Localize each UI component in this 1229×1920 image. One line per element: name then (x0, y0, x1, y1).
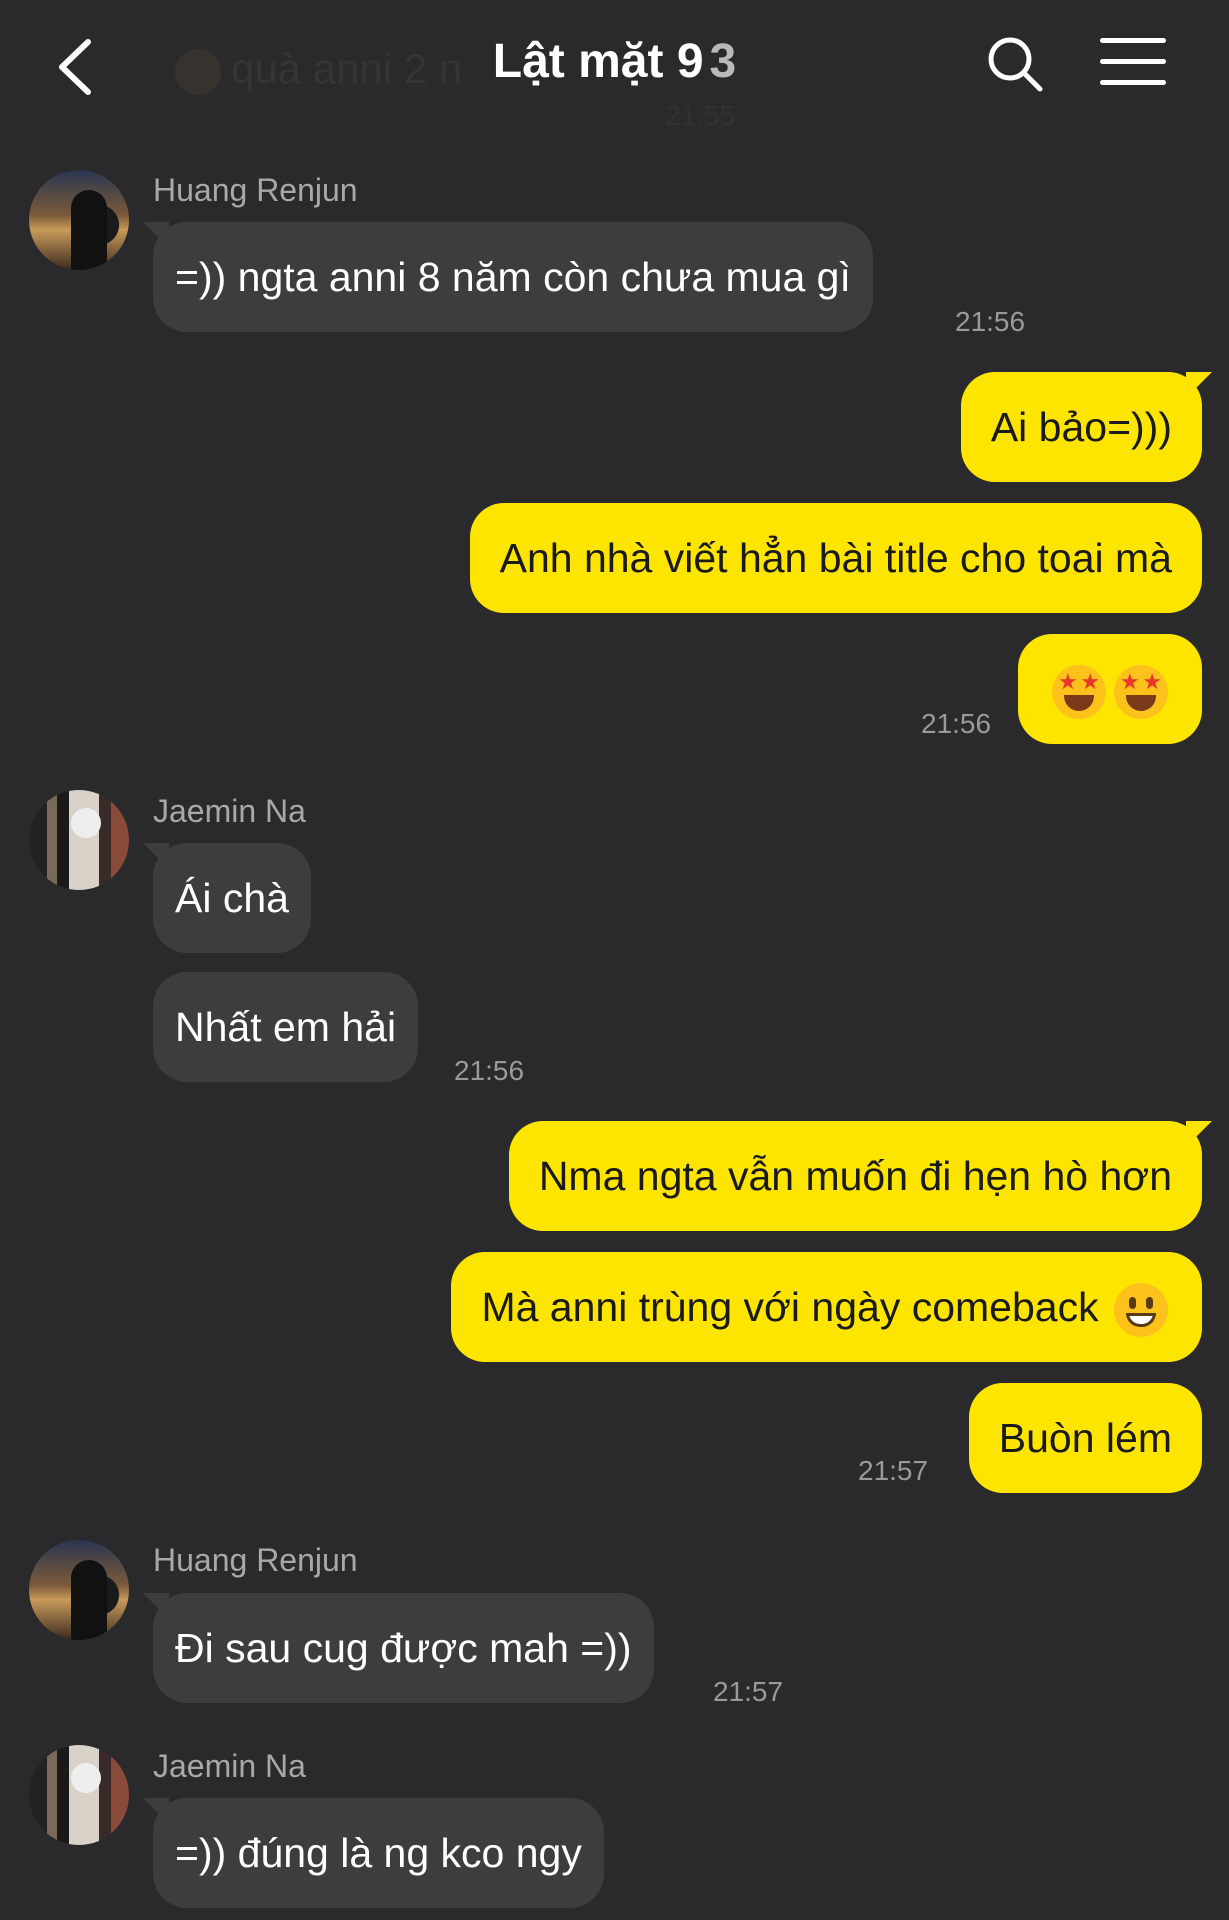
avatar-huang-renjun[interactable] (29, 1540, 129, 1640)
outgoing-message-text: Mà anni trùng với ngày comeback (481, 1284, 1099, 1330)
avatar-huang-renjun[interactable] (29, 170, 129, 270)
message-time: 21:57 (713, 1676, 784, 1707)
sender-name: Jaemin Na (153, 1748, 306, 1784)
outgoing-message[interactable]: Ai bảo=))) (960, 372, 1202, 482)
sender-name: Jaemin Na (153, 793, 306, 829)
outgoing-message[interactable]: Buòn lém (968, 1383, 1202, 1493)
message-time: 21:56 (955, 306, 1026, 337)
incoming-message[interactable]: Nhất em hải (153, 972, 419, 1082)
menu-button[interactable] (1100, 38, 1166, 90)
avatar-jaemin-na[interactable] (29, 790, 129, 890)
member-count: 3 (709, 35, 737, 88)
outgoing-message[interactable]: Nma ngta vẫn muốn đi hẹn hò hơn (508, 1121, 1202, 1231)
search-icon (988, 37, 1043, 92)
incoming-message[interactable]: Ái chà (153, 843, 311, 953)
message-time: 21:56 (921, 708, 992, 739)
outgoing-emoji-message[interactable] (1018, 634, 1202, 744)
hamburger-icon (1100, 38, 1166, 85)
previous-message-preview: quà anni 2 n (175, 45, 462, 95)
star-struck-emoji-icon (1052, 665, 1106, 720)
chat-name: Lật mặt 9 (492, 35, 704, 88)
search-button[interactable] (985, 34, 1045, 94)
grinning-emoji-icon (1114, 1283, 1168, 1338)
outgoing-message[interactable]: Mà anni trùng với ngày comeback (451, 1252, 1202, 1362)
sender-name: Huang Renjun (153, 1542, 358, 1578)
previous-message-text: quà anni 2 n (231, 45, 463, 92)
incoming-message[interactable]: =)) ngta anni 8 năm còn chưa mua gì (153, 222, 873, 332)
sender-name: Huang Renjun (153, 172, 358, 208)
incoming-message[interactable]: =)) đúng là ng kco ngy (153, 1798, 604, 1908)
previous-message-time: 21:55 (665, 100, 736, 131)
incoming-message[interactable]: Đi sau cug được mah =)) (153, 1593, 654, 1703)
outgoing-message[interactable]: Anh nhà viết hẳn bài title cho toai mà (469, 503, 1202, 613)
smile-emoji-icon (175, 48, 221, 95)
avatar-jaemin-na[interactable] (29, 1745, 129, 1845)
star-struck-emoji-icon (1114, 665, 1168, 720)
message-time: 21:57 (858, 1455, 929, 1486)
message-time: 21:56 (454, 1055, 525, 1086)
